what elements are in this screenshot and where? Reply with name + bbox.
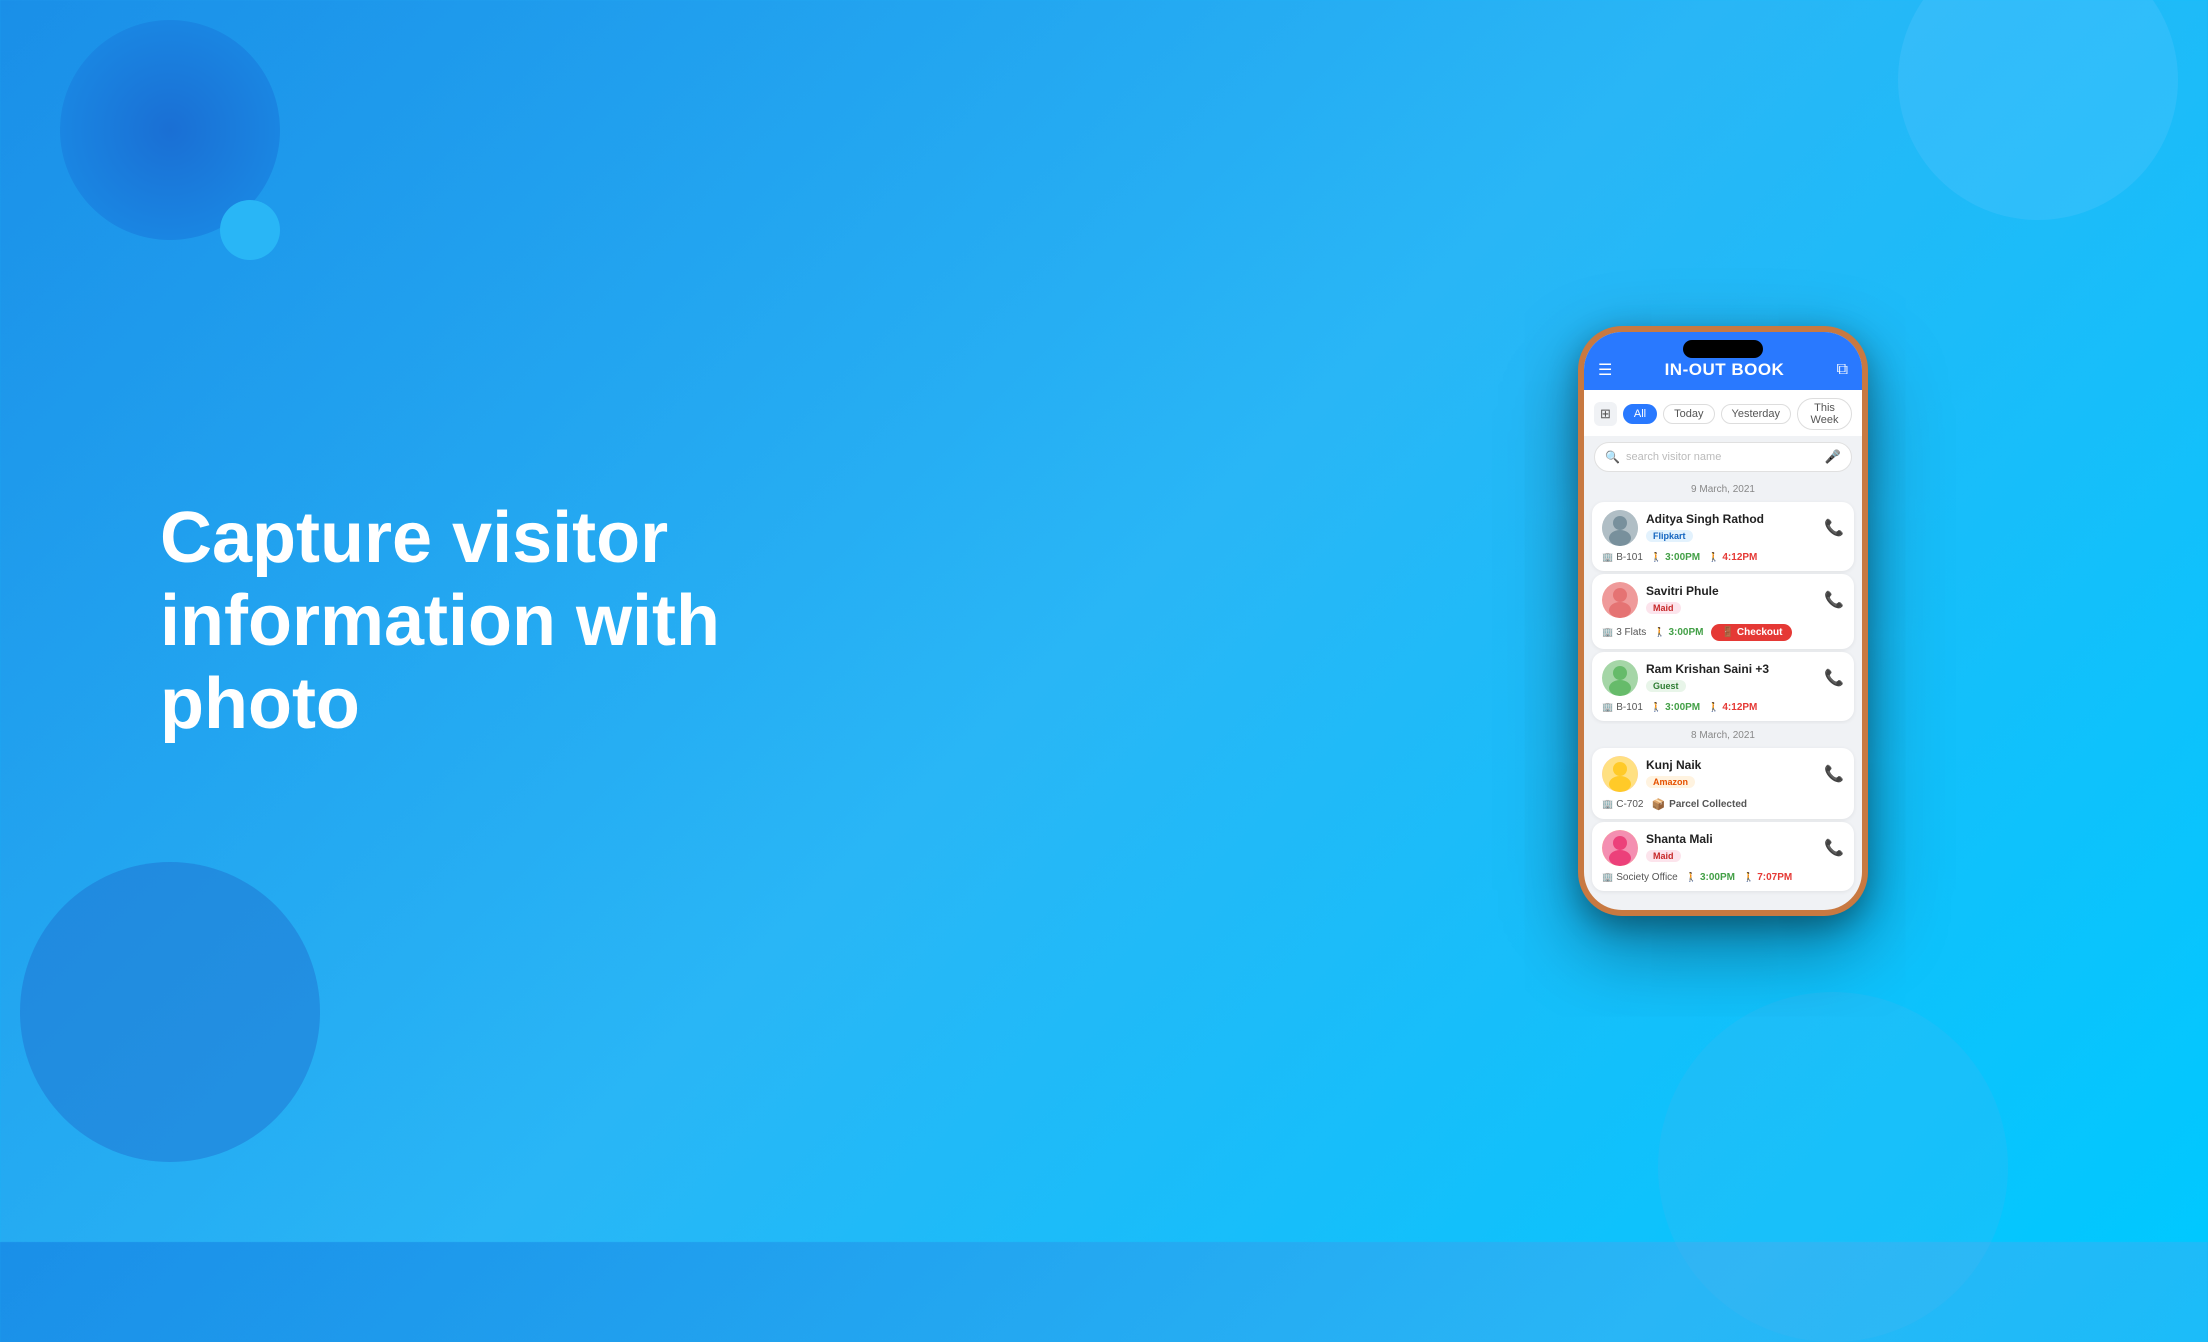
search-icon: 🔍 [1605, 450, 1620, 464]
entry-icon-5: 🚶 [1686, 872, 1697, 883]
date-separator-1: 9 March, 2021 [1584, 478, 1862, 499]
call-icon-1[interactable]: 📞 [1824, 518, 1844, 538]
bg-circle-5 [1658, 992, 2008, 1342]
visitor-badge-4: Amazon [1646, 776, 1695, 788]
visitor-card-1: Aditya Singh Rathod Flipkart 📞 🏢 B-101 [1592, 502, 1854, 571]
tab-yesterday[interactable]: Yesterday [1721, 404, 1792, 424]
bg-circle-3 [20, 862, 320, 1162]
avatar-4 [1602, 756, 1638, 792]
phone-wrapper: ☰ IN-OUT BOOK ⧉ ⊞ All Today Yesterday Th… [1578, 326, 1868, 916]
menu-icon[interactable]: ☰ [1598, 360, 1612, 380]
checkout-button-2[interactable]: 🚪 Checkout [1711, 624, 1792, 641]
call-icon-2[interactable]: 📞 [1824, 590, 1844, 610]
app-title: IN-OUT BOOK [1665, 360, 1785, 380]
visitor-badge-5: Maid [1646, 850, 1681, 862]
time-in-5: 3:00PM [1700, 872, 1735, 883]
visitor-name-4: Kunj Naik [1646, 758, 1701, 772]
visitor-list: 9 March, 2021 [1584, 478, 1862, 910]
visitor-badge-1: Flipkart [1646, 530, 1693, 542]
time-in-3: 3:00PM [1665, 702, 1700, 713]
visitor-badge-3: Guest [1646, 680, 1686, 692]
visitor-name-2: Savitri Phule [1646, 584, 1719, 598]
search-bar[interactable]: 🔍 search visitor name 🎤 [1594, 442, 1852, 472]
visitor-card-3: Ram Krishan Saini +3 Guest 📞 🏢 B-101 🚶 [1592, 652, 1854, 721]
building-icon-4: 🏢 [1602, 799, 1613, 810]
date-separator-2: 8 March, 2021 [1584, 724, 1862, 745]
flat-2: 3 Flats [1616, 627, 1646, 638]
entry-icon-3: 🚶 [1651, 702, 1662, 713]
building-icon-5: 🏢 [1602, 872, 1613, 883]
search-placeholder: search visitor name [1626, 451, 1825, 463]
phone-screen: ☰ IN-OUT BOOK ⧉ ⊞ All Today Yesterday Th… [1584, 332, 1862, 910]
time-out-1: 4:12PM [1722, 552, 1757, 563]
entry-icon-2: 🚶 [1654, 627, 1665, 638]
tab-today[interactable]: Today [1663, 404, 1714, 424]
entry-icon-1: 🚶 [1651, 552, 1662, 563]
mic-icon[interactable]: 🎤 [1825, 449, 1841, 465]
visitor-card-4: Kunj Naik Amazon 📞 🏢 C-702 📦 [1592, 748, 1854, 819]
checkout-person-icon: 🚪 [1721, 627, 1733, 638]
phone-device: ☰ IN-OUT BOOK ⧉ ⊞ All Today Yesterday Th… [1578, 326, 1868, 916]
visitor-badge-2: Maid [1646, 602, 1681, 614]
call-icon-4[interactable]: 📞 [1824, 764, 1844, 784]
exit-icon-5: 🚶 [1743, 872, 1754, 883]
phone-notch [1683, 340, 1763, 358]
parcel-icon: 📦 [1651, 798, 1665, 811]
bg-circle-4 [1898, 0, 2178, 220]
visitor-card-5: Shanta Mali Maid 📞 🏢 Society Office 🚶 [1592, 822, 1854, 891]
tab-this-week[interactable]: This Week [1797, 398, 1852, 430]
flat-5: Society Office [1616, 872, 1678, 883]
call-icon-5[interactable]: 📞 [1824, 838, 1844, 858]
page-heading: Capture visitor information with photo [160, 497, 760, 745]
call-icon-3[interactable]: 📞 [1824, 668, 1844, 688]
filter-tabs: ⊞ All Today Yesterday This Week [1584, 390, 1862, 436]
building-icon-3: 🏢 [1602, 702, 1613, 713]
time-out-5: 7:07PM [1757, 872, 1792, 883]
parcel-label: Parcel Collected [1669, 799, 1747, 810]
visitor-card-2: Savitri Phule Maid 📞 🏢 3 Flats 🚶 [1592, 574, 1854, 649]
visitor-name-5: Shanta Mali [1646, 832, 1713, 846]
avatar-1 [1602, 510, 1638, 546]
building-icon-1: 🏢 [1602, 552, 1613, 563]
visitor-name-1: Aditya Singh Rathod [1646, 512, 1764, 526]
exit-icon-1: 🚶 [1708, 552, 1719, 563]
building-icon-2: 🏢 [1602, 627, 1613, 638]
visitor-name-3: Ram Krishan Saini +3 [1646, 662, 1769, 676]
flat-3: B-101 [1616, 702, 1643, 713]
time-in-2: 3:00PM [1668, 627, 1703, 638]
avatar-3 [1602, 660, 1638, 696]
time-out-3: 4:12PM [1722, 702, 1757, 713]
parcel-collected: 📦 Parcel Collected [1651, 798, 1747, 811]
bg-circle-2 [220, 200, 280, 260]
exit-icon-3: 🚶 [1708, 702, 1719, 713]
flat-1: B-101 [1616, 552, 1643, 563]
avatar-2 [1602, 582, 1638, 618]
time-in-1: 3:00PM [1665, 552, 1700, 563]
flat-4: C-702 [1616, 799, 1643, 810]
avatar-5 [1602, 830, 1638, 866]
left-content: Capture visitor information with photo [160, 497, 760, 745]
expand-icon[interactable]: ⧉ [1837, 361, 1848, 379]
tab-all[interactable]: All [1623, 404, 1657, 424]
grid-button[interactable]: ⊞ [1594, 402, 1617, 426]
